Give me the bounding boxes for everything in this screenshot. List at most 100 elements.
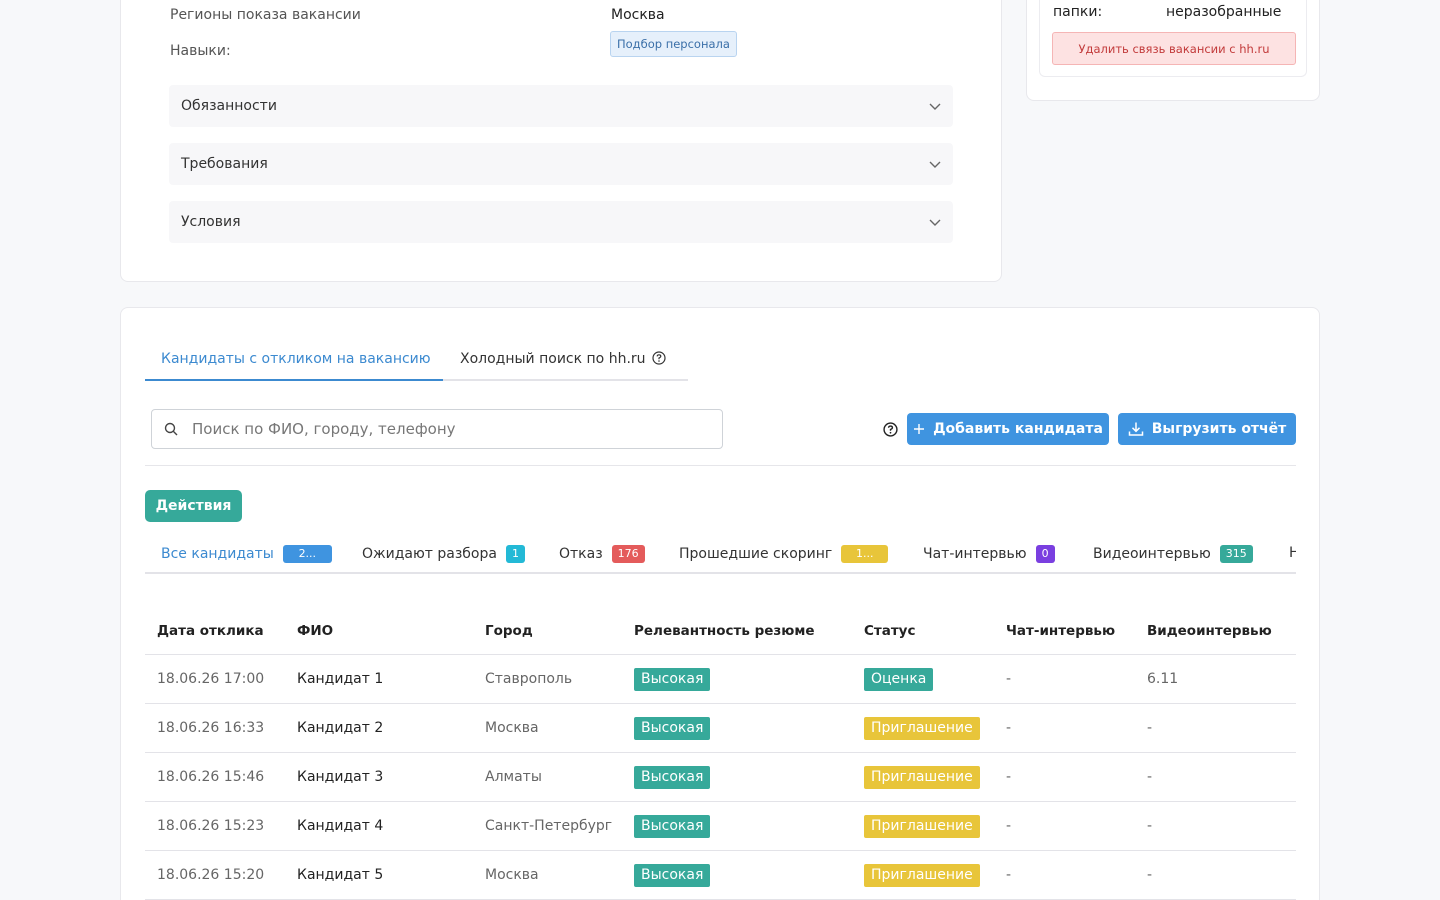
cell-city: Санкт-Петербург	[485, 818, 613, 834]
export-report-label: Выгрузить отчёт	[1151, 421, 1287, 437]
active-tab-indicator	[145, 379, 443, 381]
col-header-city[interactable]: Город	[485, 623, 533, 639]
filter-tab-label: Н	[1289, 545, 1296, 561]
cell-date: 18.06.26 15:20	[157, 867, 265, 883]
add-candidate-button[interactable]: Добавить кандидата	[907, 413, 1109, 445]
folder-label: папки:	[1053, 4, 1103, 20]
cell-chat: -	[1006, 671, 1012, 687]
chevron-down-icon	[929, 103, 941, 110]
relevance-badge: Высокая	[634, 766, 711, 789]
cell-video: -	[1147, 769, 1153, 785]
col-header-video[interactable]: Видеоинтервью	[1147, 623, 1272, 639]
cell-chat: -	[1006, 818, 1012, 834]
cell-name[interactable]: Кандидат 1	[297, 671, 383, 687]
export-report-button[interactable]: Выгрузить отчёт	[1118, 413, 1296, 445]
relevance-badge: Высокая	[634, 815, 711, 838]
cell-city: Москва	[485, 720, 539, 736]
filter-tab-label: Все кандидаты	[161, 546, 274, 562]
cell-name[interactable]: Кандидат 2	[297, 720, 383, 736]
cell-date: 18.06.26 16:33	[157, 720, 265, 736]
filter-tab-scored[interactable]: Прошедшие скоринг 1...	[679, 545, 889, 563]
vacancy-details-card: Регионы показа вакансии Москва Навыки: П…	[120, 0, 1002, 282]
search-icon	[164, 422, 178, 436]
cell-date: 18.06.26 17:00	[157, 671, 265, 687]
question-circle-icon[interactable]	[883, 422, 898, 437]
accordion-requirements[interactable]: Требования	[169, 143, 953, 185]
count-badge: 0	[1035, 545, 1055, 563]
hh-link-panel: папки: неразобранные Удалить связь вакан…	[1039, 0, 1307, 77]
active-filter-indicator	[145, 572, 346, 574]
filter-tab-rejected[interactable]: Отказ 176	[559, 545, 645, 563]
relevance-badge: Высокая	[634, 864, 711, 887]
accordion-duties[interactable]: Обязанности	[169, 85, 953, 127]
search-input[interactable]	[192, 420, 712, 438]
cell-chat: -	[1006, 867, 1012, 883]
skill-tag: Подбор персонала	[610, 31, 737, 57]
filter-tab-chat-interview[interactable]: Чат-интервью 0	[923, 545, 1055, 563]
regions-label: Регионы показа вакансии	[170, 7, 361, 23]
source-tabs: Кандидаты с откликом на вакансию Холодны…	[145, 339, 688, 381]
accordion-conditions-label: Условия	[181, 214, 241, 230]
unlink-hh-button[interactable]: Удалить связь вакансии с hh.ru	[1052, 32, 1296, 65]
filter-tab-more[interactable]: Н	[1289, 545, 1296, 561]
col-header-name[interactable]: ФИО	[297, 623, 333, 639]
question-circle-icon[interactable]	[651, 351, 666, 365]
table-body: 18.06.26 17:00 Кандидат 1 Ставрополь Выс…	[145, 655, 1296, 900]
tab-responses[interactable]: Кандидаты с откликом на вакансию	[161, 351, 431, 367]
filter-tab-label: Отказ	[559, 546, 603, 562]
candidates-table: Дата отклика ФИО Город Релевантность рез…	[145, 608, 1296, 900]
col-header-chat[interactable]: Чат-интервью	[1006, 623, 1115, 639]
status-badge: Оценка	[864, 668, 934, 691]
status-filter-tabs: Все кандидаты 2... Ожидают разбора 1 Отк…	[145, 536, 1296, 574]
count-badge: 315	[1219, 545, 1253, 563]
filter-tab-label: Ожидают разбора	[362, 546, 497, 562]
filter-tab-label: Видеоинтервью	[1093, 546, 1211, 562]
cell-chat: -	[1006, 769, 1012, 785]
col-header-relevance[interactable]: Релевантность резюме	[634, 623, 815, 639]
count-badge: 1...	[841, 545, 889, 563]
table-row[interactable]: 18.06.26 16:33 Кандидат 2 Москва Высокая…	[145, 704, 1296, 753]
filter-tab-pending[interactable]: Ожидают разбора 1	[362, 545, 525, 563]
filter-tab-all[interactable]: Все кандидаты 2...	[161, 545, 332, 563]
status-badge: Приглашение	[864, 864, 980, 887]
cell-city: Алматы	[485, 769, 542, 785]
accordion-requirements-label: Требования	[181, 156, 268, 172]
regions-row: Регионы показа вакансии Москва	[170, 7, 665, 23]
actions-button[interactable]: Действия	[145, 490, 242, 522]
filter-tab-video-interview[interactable]: Видеоинтервью 315	[1093, 545, 1253, 563]
col-header-date[interactable]: Дата отклика	[157, 623, 264, 639]
cell-city: Ставрополь	[485, 671, 573, 687]
count-badge: 1	[505, 545, 525, 563]
cell-chat: -	[1006, 720, 1012, 736]
status-badge: Приглашение	[864, 766, 980, 789]
status-badge: Приглашение	[864, 815, 980, 838]
table-header: Дата отклика ФИО Город Релевантность рез…	[145, 608, 1296, 655]
candidates-card: Кандидаты с откликом на вакансию Холодны…	[120, 307, 1320, 900]
table-row[interactable]: 18.06.26 17:00 Кандидат 1 Ставрополь Выс…	[145, 655, 1296, 704]
relevance-badge: Высокая	[634, 668, 711, 691]
toolbar-divider	[145, 465, 1296, 466]
accordion-conditions[interactable]: Условия	[169, 201, 953, 243]
download-icon	[1128, 422, 1143, 436]
cell-name[interactable]: Кандидат 5	[297, 867, 383, 883]
filter-tab-label: Прошедшие скоринг	[679, 546, 833, 562]
search-box	[151, 409, 723, 449]
folder-value: неразобранные	[1166, 4, 1282, 20]
hh-link-card: папки: неразобранные Удалить связь вакан…	[1026, 0, 1320, 101]
table-row[interactable]: 18.06.26 15:46 Кандидат 3 Алматы Высокая…	[145, 753, 1296, 802]
regions-value: Москва	[611, 7, 665, 23]
col-header-status[interactable]: Статус	[864, 623, 915, 639]
cell-name[interactable]: Кандидат 4	[297, 818, 383, 834]
cell-video: 6.11	[1147, 671, 1179, 687]
cell-name[interactable]: Кандидат 3	[297, 769, 383, 785]
table-row[interactable]: 18.06.26 15:23 Кандидат 4 Санкт-Петербур…	[145, 802, 1296, 851]
tab-cold-search[interactable]: Холодный поиск по hh.ru	[460, 351, 666, 367]
tab-cold-search-label: Холодный поиск по hh.ru	[460, 351, 646, 367]
cell-date: 18.06.26 15:46	[157, 769, 265, 785]
cell-video: -	[1147, 867, 1153, 883]
relevance-badge: Высокая	[634, 717, 711, 740]
filter-tab-label: Чат-интервью	[923, 546, 1027, 562]
status-badge: Приглашение	[864, 717, 980, 740]
table-row[interactable]: 18.06.26 15:20 Кандидат 5 Москва Высокая…	[145, 851, 1296, 900]
chevron-down-icon	[929, 219, 941, 226]
